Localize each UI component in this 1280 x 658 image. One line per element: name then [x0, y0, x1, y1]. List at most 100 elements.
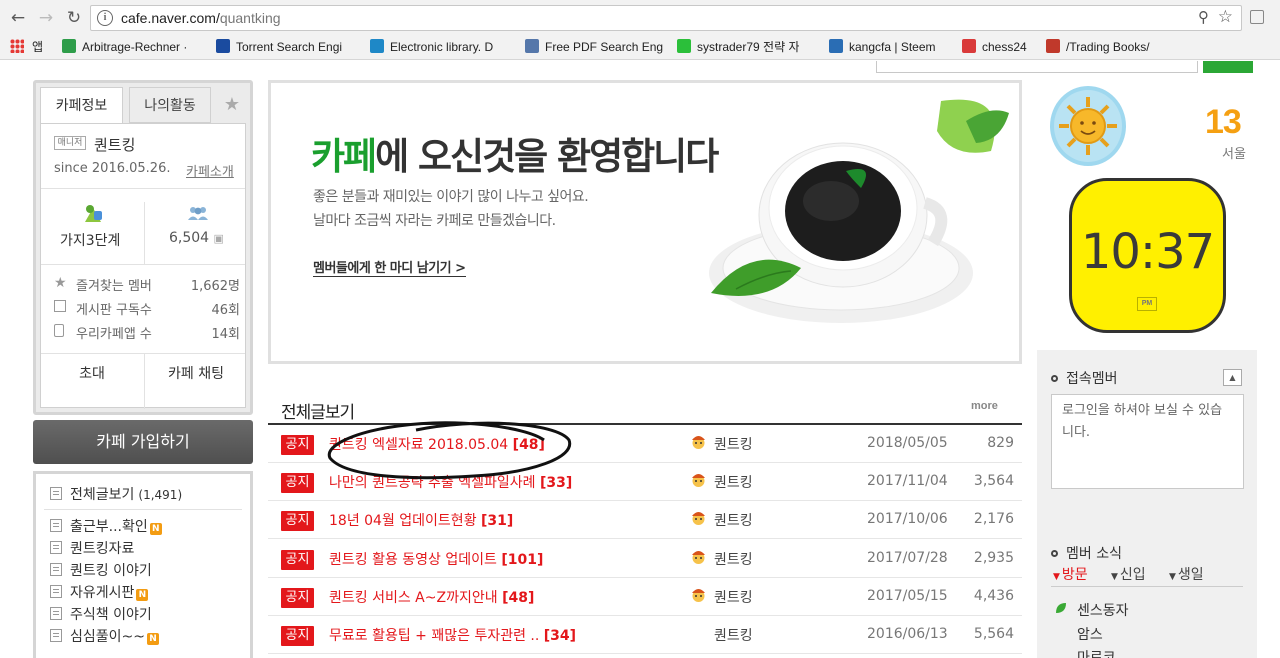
- menu-item[interactable]: 출근부...확인 N: [50, 516, 162, 536]
- bookmark-item[interactable]: 앱: [10, 39, 43, 57]
- info-icon[interactable]: i: [97, 10, 113, 26]
- city-name: 서울: [1222, 147, 1246, 162]
- menu-item-count: (1,491): [138, 488, 183, 502]
- t-logo-icon: [216, 39, 230, 53]
- board-icon: [50, 541, 62, 554]
- bookmark-item[interactable]: Electronic library. D: [370, 39, 493, 57]
- menu-item-label: 자유게시판: [70, 585, 135, 601]
- bookmark-item[interactable]: kangcfa | Steem: [829, 39, 936, 57]
- member-news-item[interactable]: 마르코: [1077, 647, 1116, 658]
- divider: [144, 202, 145, 264]
- triangle-down-icon: ▼: [1169, 572, 1176, 582]
- tab-my-activity[interactable]: 나의활동: [129, 87, 211, 123]
- cafe-info-panel: 카페정보 나의활동 ★ 매니저 퀀트킹 since 2016.05.26. 카페…: [33, 80, 253, 415]
- article-author[interactable]: 퀀트킹: [714, 510, 753, 530]
- author-avatar-icon: [690, 434, 707, 451]
- menu-item[interactable]: 퀀트킹자료: [50, 538, 134, 558]
- member-news-title: 멤버 소식: [1051, 543, 1122, 563]
- article-author[interactable]: 퀀트킹: [714, 625, 753, 645]
- notice-badge: 공지: [281, 435, 314, 455]
- menu-item[interactable]: 심심풀이~~ N: [50, 626, 159, 646]
- reload-icon[interactable]: ↻: [64, 8, 84, 28]
- bookmark-item[interactable]: Torrent Search Engi: [216, 39, 342, 57]
- board-icon: [50, 519, 62, 532]
- article-title[interactable]: 퀀트킹 활용 동영상 업데이트 [101]: [329, 549, 543, 569]
- divider: [1051, 586, 1243, 587]
- article-date: 2017/07/28: [867, 549, 948, 566]
- article-date: 2017/05/15: [867, 587, 948, 604]
- article-author[interactable]: 퀀트킹: [714, 434, 753, 454]
- article-views: 4,436: [973, 587, 1014, 604]
- article-date: 2017/11/04: [867, 473, 948, 490]
- article-author[interactable]: 퀀트킹: [714, 587, 753, 607]
- board-icon: [50, 585, 62, 598]
- search-button[interactable]: [1203, 61, 1253, 73]
- leave-message-link[interactable]: 멤버들에게 한 마디 남기기 >: [313, 257, 466, 277]
- menu-item[interactable]: 주식책 이야기: [50, 604, 152, 624]
- menu-item[interactable]: 자유게시판 N: [50, 582, 149, 602]
- board-subscribe-row[interactable]: 게시판 구독수 46회: [54, 298, 240, 318]
- article-row[interactable]: 공지 무료로 활용팁 + 꽤많은 투자관련 .. [34] 퀀트킹 2016/06/1…: [268, 616, 1022, 654]
- bookmark-label: chess24: [982, 40, 1027, 54]
- bookmark-label: kangcfa | Steem: [849, 40, 936, 54]
- member-news-item[interactable]: 센스동자: [1077, 600, 1129, 620]
- article-title[interactable]: 18년 04월 업데이트현황 [31]: [329, 510, 513, 530]
- tab-new[interactable]: ▼ 신입: [1111, 564, 1146, 584]
- tab-visit[interactable]: ▼ 방문: [1053, 564, 1088, 584]
- back-icon[interactable]: ←: [8, 8, 28, 28]
- cafe-chat-button[interactable]: 카페 채팅: [145, 363, 247, 383]
- banner-subtitle-1: 좋은 분들과 재미있는 이야기 많이 나누고 싶어요.: [313, 189, 589, 205]
- bookmark-label: Torrent Search Engi: [236, 40, 343, 54]
- extension-icon[interactable]: [1250, 10, 1264, 24]
- wordpress-icon: [829, 39, 843, 53]
- chess-icon: [962, 39, 976, 53]
- menu-item-label: 심심풀이~~: [70, 629, 145, 645]
- forward-icon[interactable]: →: [36, 8, 56, 28]
- article-row[interactable]: 공지 퀀트킹 활용 동영상 업데이트 [101] 퀀트킹 2017/07/28 2,93…: [268, 540, 1022, 578]
- tab-birthday[interactable]: ▼ 생일: [1169, 564, 1204, 584]
- invite-button[interactable]: 초대: [41, 363, 143, 383]
- bookmark-star-icon[interactable]: ☆: [1218, 7, 1233, 27]
- cafe-app-row[interactable]: 우리카페앱 수 14회: [54, 322, 240, 342]
- zoom-icon[interactable]: ⚲: [1198, 8, 1209, 26]
- bookmark-item[interactable]: systrader79 전략 자: [677, 39, 799, 57]
- member-news-item[interactable]: 암스: [1077, 624, 1103, 644]
- board-icon: [50, 629, 62, 642]
- comment-count: [34]: [543, 628, 577, 644]
- join-cafe-button[interactable]: 카페 가입하기: [33, 420, 253, 464]
- apps-grid-icon: [10, 39, 24, 53]
- article-author[interactable]: 퀀트킹: [714, 472, 753, 492]
- cafe-name[interactable]: 퀀트킹: [94, 134, 135, 155]
- address-bar[interactable]: i cafe.naver.com/quantking ⚲ ☆: [90, 5, 1242, 31]
- article-title[interactable]: 퀀트킹 서비스 A~Z까지안내 [48]: [329, 587, 534, 607]
- favorite-members-row[interactable]: ★ 즐겨찾는 멤버 1,662명: [54, 274, 240, 294]
- bookmark-item[interactable]: /Trading Books/: [1046, 39, 1150, 57]
- more-link[interactable]: more: [971, 400, 998, 412]
- search-input[interactable]: [876, 61, 1198, 73]
- menu-item[interactable]: 퀀트킹 이야기: [50, 560, 152, 580]
- bookmark-label: 앱: [32, 40, 44, 54]
- lock-icon: ▣: [213, 232, 224, 245]
- star-icon[interactable]: ★: [217, 87, 247, 123]
- author-avatar-icon: [690, 472, 707, 490]
- bookmark-item[interactable]: chess24: [962, 39, 1027, 57]
- url-text[interactable]: cafe.naver.com/quantking: [121, 10, 281, 26]
- article-title[interactable]: 무료로 활용팁 + 꽤많은 투자관련 .. [34]: [329, 625, 576, 645]
- bullet-icon: [1051, 375, 1058, 382]
- menu-item[interactable]: 전체글보기 (1,491): [50, 484, 182, 504]
- checkbox-icon: [54, 300, 66, 312]
- bookmark-item[interactable]: Free PDF Search Eng: [525, 39, 663, 57]
- cafe-intro-link[interactable]: 카페소개: [186, 161, 234, 180]
- level-label: 가지3단계: [60, 233, 121, 249]
- browser-toolbar: ← → ↻ i cafe.naver.com/quantking ⚲ ☆: [0, 0, 1280, 36]
- article-row[interactable]: 공지 18년 04월 업데이트현황 [31] 퀀트킹 2017/10/06 2,176: [268, 501, 1022, 540]
- article-author[interactable]: 퀀트킹: [714, 549, 753, 569]
- bookmark-item[interactable]: Arbitrage-Rechner ·: [62, 39, 187, 57]
- tab-cafe-info[interactable]: 카페정보: [40, 87, 123, 123]
- menu-item-label: 주식책 이야기: [70, 607, 152, 623]
- collapse-icon[interactable]: ▲: [1223, 369, 1242, 386]
- since-date: since 2016.05.26.: [54, 161, 171, 176]
- new-badge: N: [146, 633, 159, 645]
- article-row[interactable]: 공지 퀀트킹 서비스 A~Z까지안내 [48] 퀀트킹 2017/05/15 4,436: [268, 578, 1022, 616]
- board-icon: [50, 563, 62, 576]
